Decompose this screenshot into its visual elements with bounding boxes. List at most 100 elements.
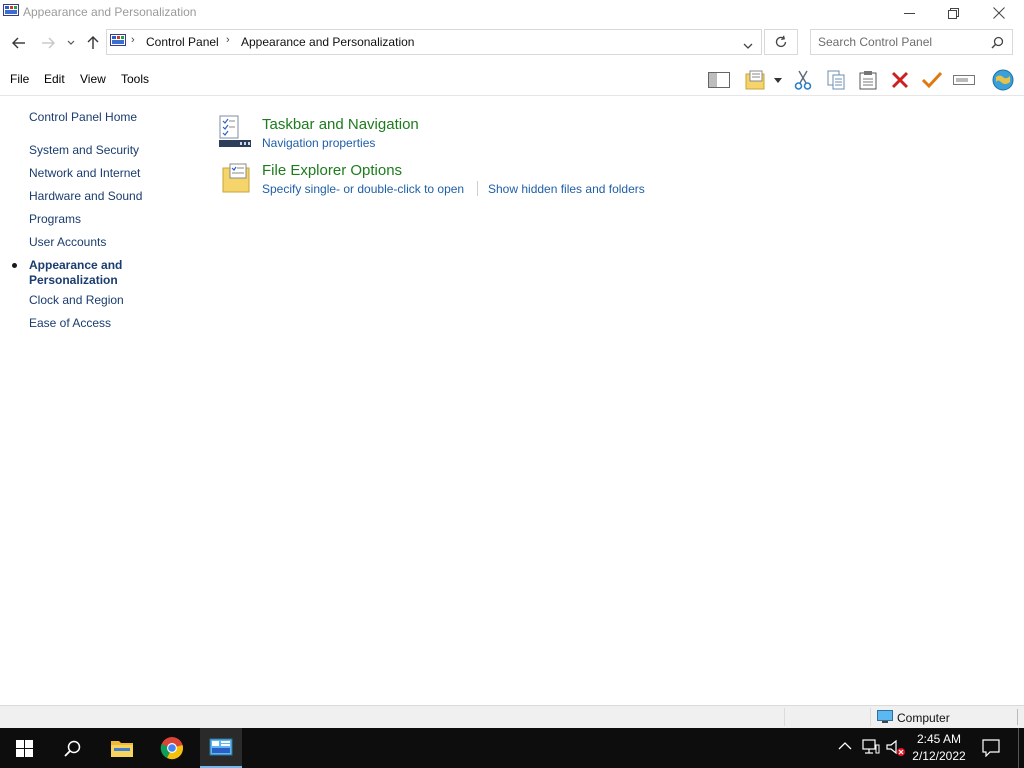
search-icon bbox=[63, 740, 80, 757]
volume-muted-icon bbox=[886, 739, 905, 756]
folder-icon bbox=[111, 741, 133, 757]
sidebar-item-hardware-and-sound[interactable]: Hardware and Sound bbox=[29, 189, 142, 203]
action-center-button[interactable] bbox=[982, 739, 1000, 760]
chevron-down-icon bbox=[67, 40, 75, 45]
start-button[interactable] bbox=[0, 728, 48, 768]
copy-icon bbox=[827, 70, 845, 90]
control-panel-icon bbox=[3, 4, 19, 18]
chevron-down-icon bbox=[743, 43, 753, 49]
clock-time[interactable]: 2:45 AM bbox=[908, 732, 970, 746]
title-bar: Appearance and Personalization bbox=[0, 0, 1024, 26]
caret-down-icon bbox=[774, 77, 782, 83]
copy-button[interactable] bbox=[823, 68, 849, 92]
refresh-button[interactable] bbox=[764, 29, 798, 55]
sidebar-item-clock-and-region[interactable]: Clock and Region bbox=[29, 293, 124, 307]
taskbar-search-button[interactable] bbox=[48, 728, 96, 768]
forward-arrow-icon bbox=[42, 37, 55, 49]
preview-pane-button[interactable] bbox=[706, 68, 732, 92]
rename-button[interactable] bbox=[951, 68, 977, 92]
windows-logo-icon bbox=[15, 739, 33, 757]
cut-button[interactable] bbox=[790, 68, 816, 92]
network-icon bbox=[862, 739, 880, 754]
clipboard-icon bbox=[859, 71, 877, 90]
computer-icon bbox=[877, 710, 893, 727]
selected-bullet-icon bbox=[12, 263, 17, 268]
menu-bar: File Edit View Tools bbox=[0, 64, 1024, 96]
delete-x-icon bbox=[891, 71, 909, 89]
sidebar-item-network-and-internet[interactable]: Network and Internet bbox=[29, 166, 140, 180]
delete-button[interactable] bbox=[887, 68, 913, 92]
link-single-double-click[interactable]: Specify single- or double-click to open bbox=[262, 182, 464, 196]
address-row: › Control Panel › Appearance and Persona… bbox=[0, 28, 1024, 58]
taskbar-chrome[interactable] bbox=[148, 728, 196, 768]
up-button[interactable] bbox=[82, 33, 104, 53]
back-button[interactable] bbox=[8, 33, 30, 53]
resize-grip[interactable] bbox=[1017, 709, 1018, 725]
breadcrumb-control-panel[interactable]: Control Panel bbox=[146, 35, 219, 49]
close-icon bbox=[993, 7, 1005, 19]
restore-button[interactable] bbox=[930, 0, 976, 26]
control-panel-icon bbox=[110, 34, 126, 51]
rename-icon bbox=[953, 75, 975, 85]
link-navigation-properties[interactable]: Navigation properties bbox=[262, 136, 375, 150]
show-desktop-button[interactable] bbox=[1018, 728, 1019, 768]
taskbar-navigation-icon[interactable] bbox=[218, 115, 252, 152]
folder-properties-icon bbox=[745, 70, 765, 90]
show-hidden-icons-button[interactable] bbox=[838, 740, 852, 754]
status-divider bbox=[784, 708, 785, 726]
network-button[interactable] bbox=[862, 739, 880, 758]
sidebar-item-user-accounts[interactable]: User Accounts bbox=[29, 235, 106, 249]
category-title-file-explorer-options[interactable]: File Explorer Options bbox=[262, 162, 402, 179]
menu-file[interactable]: File bbox=[10, 72, 29, 86]
search-box[interactable] bbox=[810, 29, 1013, 55]
recent-locations-button[interactable] bbox=[62, 33, 80, 53]
status-divider bbox=[870, 708, 871, 726]
sidebar-item-control-panel-home[interactable]: Control Panel Home bbox=[29, 110, 137, 124]
menu-tools[interactable]: Tools bbox=[121, 72, 149, 86]
scissors-icon bbox=[794, 70, 812, 90]
check-button[interactable] bbox=[919, 68, 945, 92]
link-show-hidden-files[interactable]: Show hidden files and folders bbox=[488, 182, 645, 196]
category-title-taskbar-navigation[interactable]: Taskbar and Navigation bbox=[262, 116, 419, 133]
address-dropdown-button[interactable] bbox=[743, 39, 753, 53]
breadcrumb-separator-icon[interactable]: › bbox=[226, 34, 230, 46]
taskbar-file-explorer[interactable] bbox=[98, 728, 146, 768]
menu-edit[interactable]: Edit bbox=[44, 72, 65, 86]
control-panel-icon bbox=[209, 738, 233, 756]
search-icon[interactable] bbox=[991, 36, 1004, 52]
forward-button[interactable] bbox=[37, 33, 59, 53]
chevron-up-icon bbox=[838, 742, 852, 750]
window-title: Appearance and Personalization bbox=[23, 5, 197, 19]
clock-date[interactable]: 2/12/2022 bbox=[908, 749, 970, 763]
minimize-button[interactable] bbox=[886, 0, 932, 26]
status-bar: Computer bbox=[0, 705, 1024, 728]
close-button[interactable] bbox=[976, 0, 1022, 26]
taskbar-control-panel[interactable] bbox=[200, 728, 242, 768]
volume-button[interactable] bbox=[886, 739, 906, 760]
refresh-icon bbox=[775, 35, 787, 48]
checkmark-icon bbox=[921, 71, 943, 89]
minimize-icon bbox=[903, 12, 915, 14]
chrome-icon bbox=[160, 737, 183, 760]
status-location: Computer bbox=[897, 711, 950, 725]
up-arrow-icon bbox=[87, 36, 99, 49]
search-input[interactable] bbox=[818, 34, 983, 50]
globe-icon bbox=[992, 69, 1014, 91]
file-explorer-options-icon[interactable] bbox=[221, 162, 251, 197]
globe-button[interactable] bbox=[990, 68, 1016, 92]
sidebar-item-system-and-security[interactable]: System and Security bbox=[29, 143, 139, 157]
taskbar: 2:45 AM 2/12/2022 bbox=[0, 728, 1024, 768]
sidebar-item-appearance-and-personalization[interactable]: Appearance and Personalization bbox=[29, 258, 139, 288]
sidebar-item-ease-of-access[interactable]: Ease of Access bbox=[29, 316, 111, 330]
back-arrow-icon bbox=[12, 37, 25, 49]
sidebar-item-programs[interactable]: Programs bbox=[29, 212, 81, 226]
link-divider bbox=[477, 181, 478, 196]
breadcrumb-separator-icon[interactable]: › bbox=[131, 34, 135, 46]
paste-button[interactable] bbox=[855, 68, 881, 92]
notification-icon bbox=[982, 739, 1000, 758]
breadcrumb-appearance[interactable]: Appearance and Personalization bbox=[241, 35, 414, 49]
properties-button[interactable] bbox=[742, 68, 768, 92]
menu-view[interactable]: View bbox=[80, 72, 106, 86]
address-bar[interactable]: › Control Panel › Appearance and Persona… bbox=[106, 29, 762, 55]
properties-dropdown-button[interactable] bbox=[770, 68, 786, 92]
